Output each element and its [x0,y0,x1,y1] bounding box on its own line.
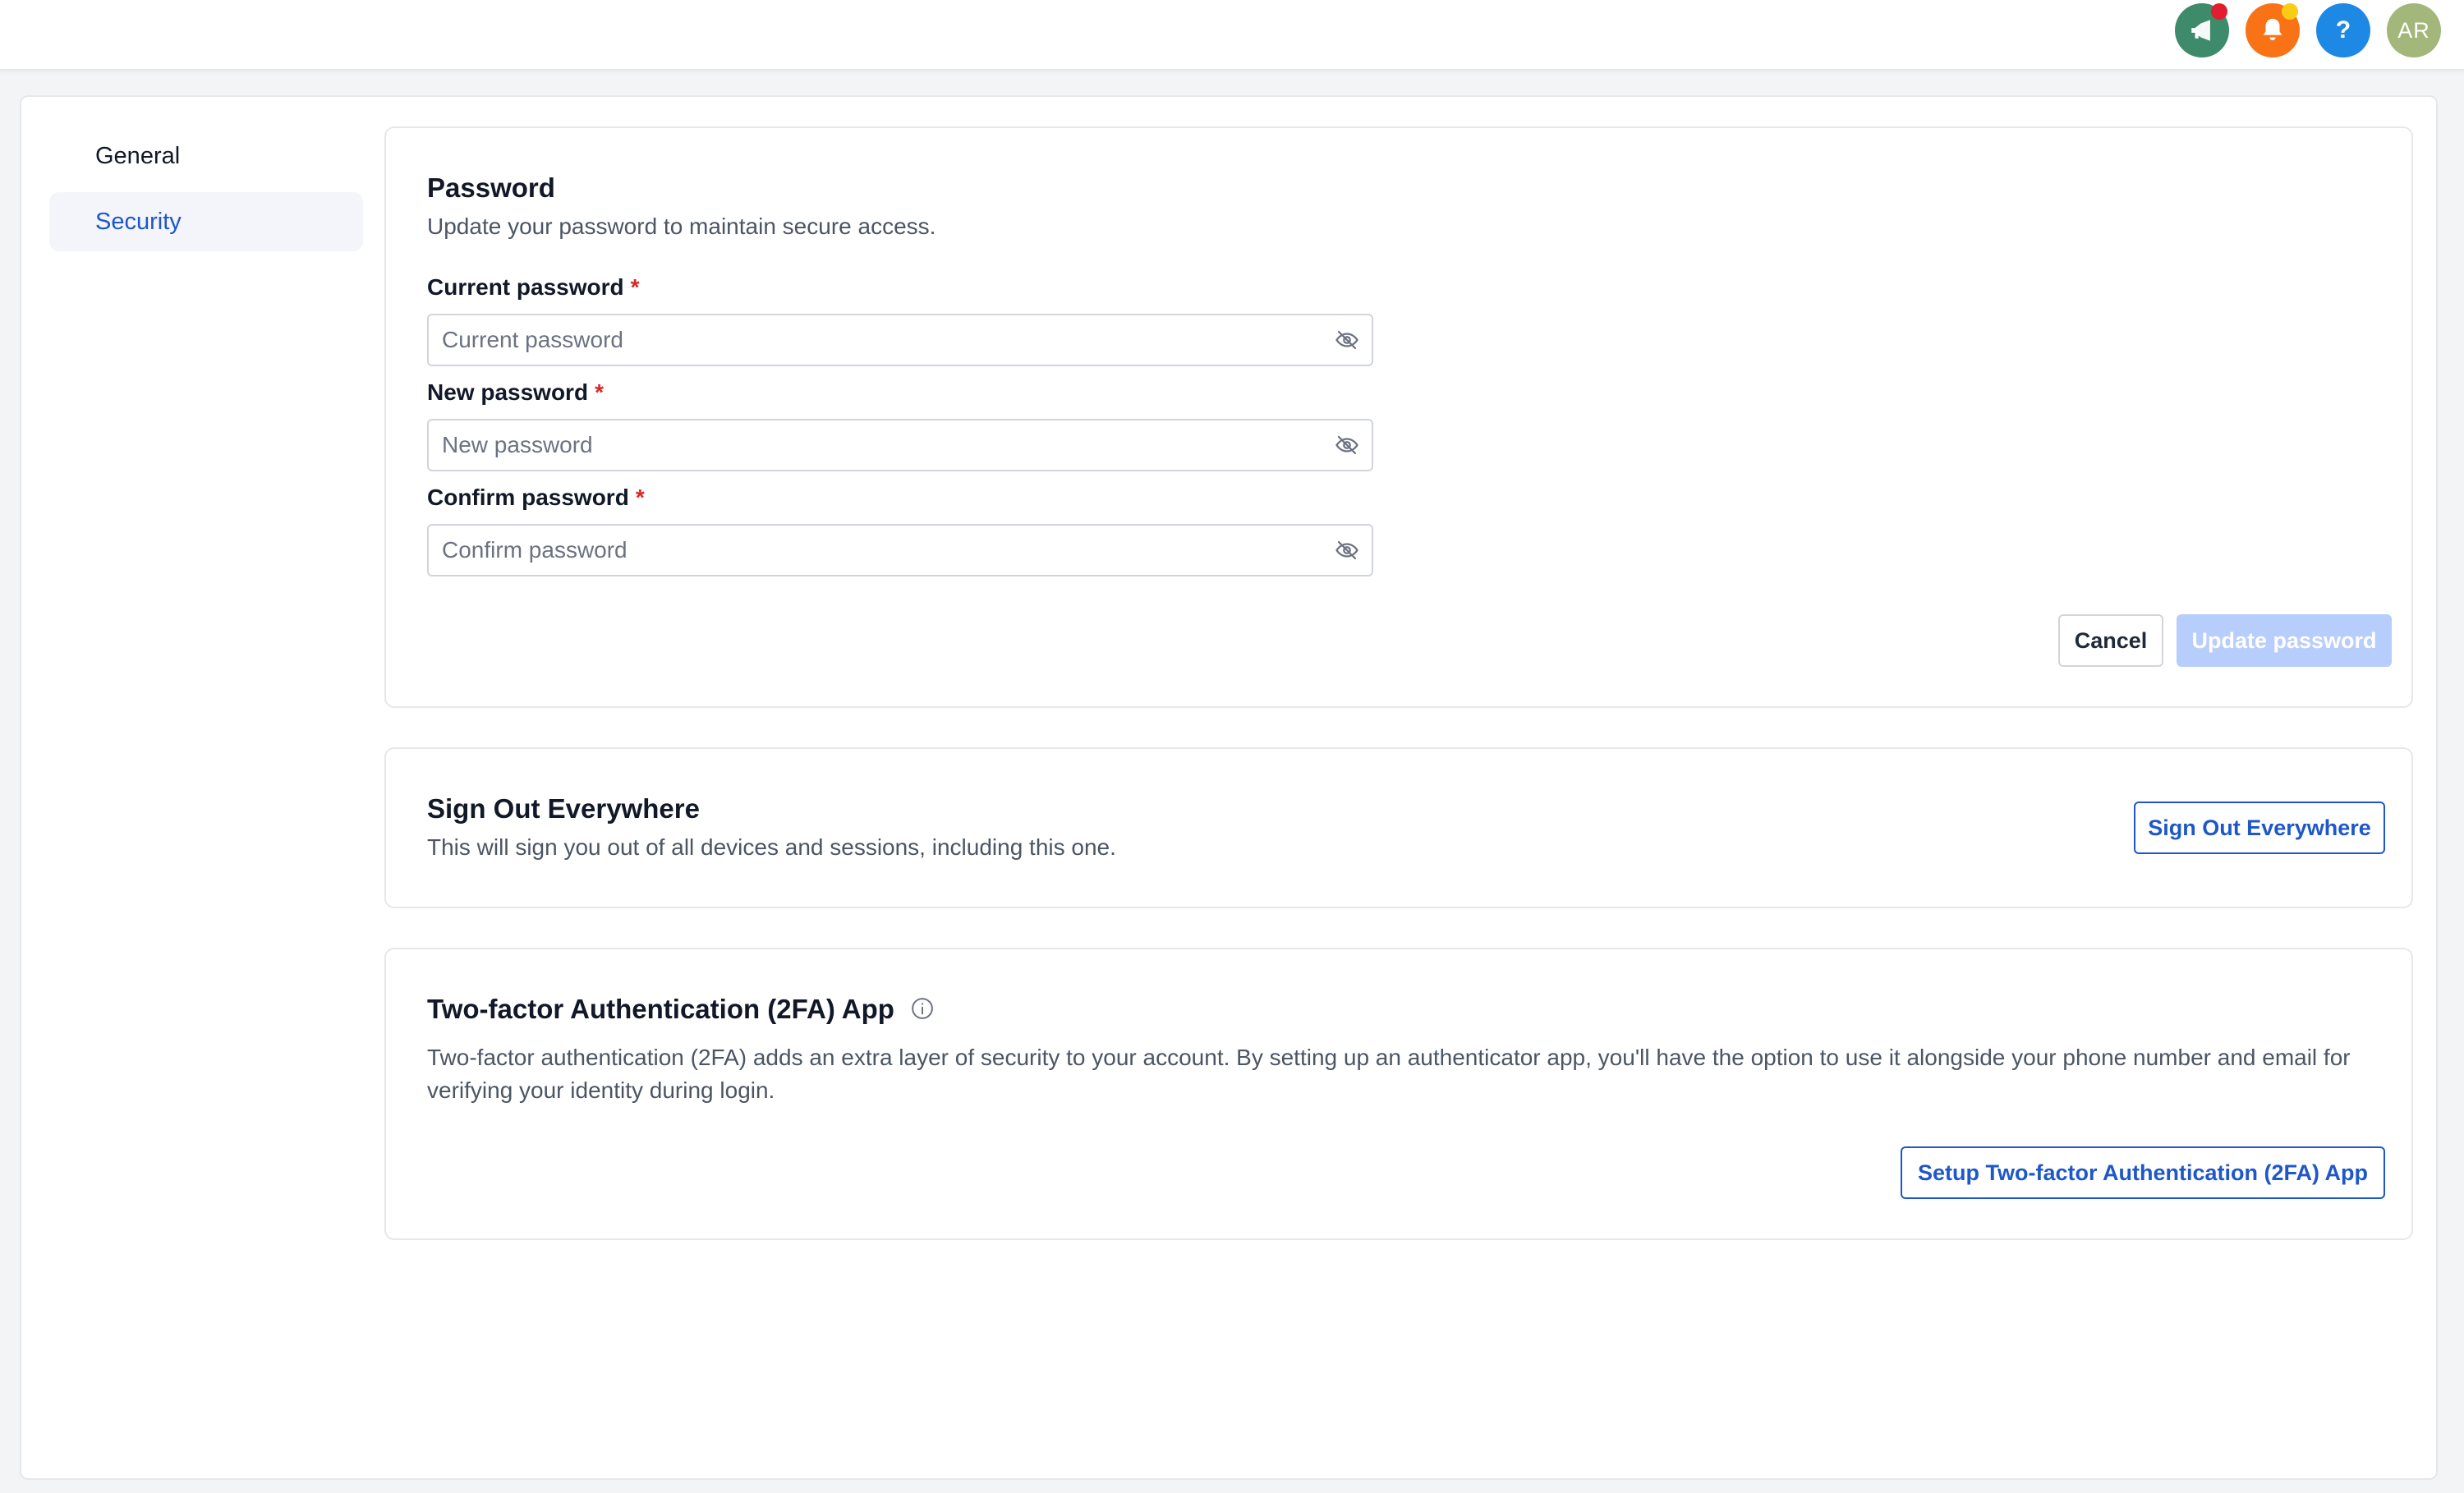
info-icon[interactable] [910,996,935,1021]
current-password-input[interactable] [429,315,1299,365]
notification-badge [2282,3,2298,20]
password-section: Password Update your password to maintai… [384,126,2413,708]
sign-out-everywhere-button[interactable]: Sign Out Everywhere [2134,802,2385,854]
avatar[interactable]: AR [2387,3,2441,57]
twofa-section: Two-factor Authentication (2FA) App Two-… [384,948,2413,1240]
current-password-label: Current password * [427,274,640,300]
twofa-description: Two-factor authentication (2FA) adds an … [427,1045,2351,1103]
new-password-label: New password * [427,379,604,405]
confirm-password-input[interactable] [429,526,1299,575]
new-password-input[interactable] [429,420,1299,470]
cancel-button[interactable]: Cancel [2058,614,2163,667]
top-icons: ? AR [2175,3,2441,57]
confirm-password-field[interactable] [427,524,1373,577]
signout-description: This will sign you out of all devices an… [427,834,1116,860]
eye-off-icon[interactable] [1334,538,1360,563]
avatar-initials: AR [2397,17,2430,43]
top-bar: ? AR [0,0,2464,71]
eye-off-icon[interactable] [1334,433,1360,457]
announcement-badge [2211,3,2227,20]
sidebar-item-security[interactable]: Security [49,192,363,251]
update-password-button[interactable]: Update password [2177,614,2392,667]
eye-off-icon[interactable] [1334,328,1360,352]
password-description: Update your password to maintain secure … [427,214,936,239]
twofa-title: Two-factor Authentication (2FA) App [427,994,935,1025]
confirm-password-label: Confirm password * [427,485,645,510]
setup-2fa-button[interactable]: Setup Two-factor Authentication (2FA) Ap… [1901,1146,2385,1199]
notifications-button[interactable] [2246,3,2300,57]
bell-icon [2263,18,2282,41]
new-password-field[interactable] [427,419,1373,471]
help-button[interactable]: ? [2316,3,2370,57]
sidebar-item-general[interactable]: General [49,126,363,186]
settings-card: General Security Password Update your pa… [20,95,2438,1480]
signout-title: Sign Out Everywhere [427,793,700,824]
sidebar-item-label: Security [95,208,182,235]
current-password-field[interactable] [427,314,1373,366]
help-icon: ? [2335,16,2351,44]
sidebar-item-label: General [95,142,181,169]
password-title: Password [427,172,555,203]
megaphone-icon [2191,20,2210,41]
announcements-button[interactable] [2175,3,2229,57]
signout-section: Sign Out Everywhere This will sign you o… [384,747,2413,908]
